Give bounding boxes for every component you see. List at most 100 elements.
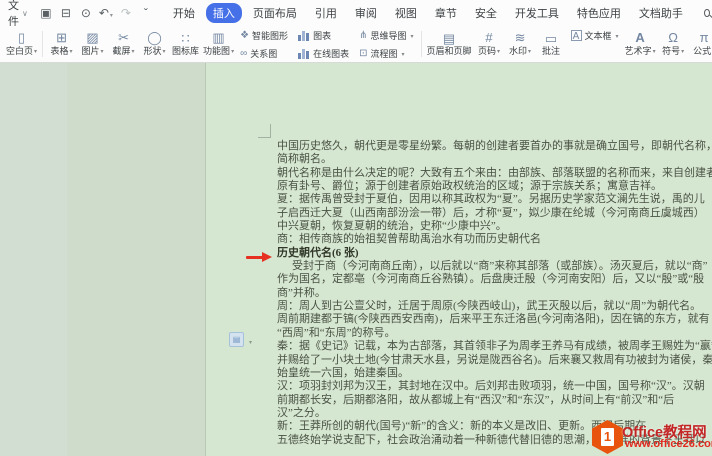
print-button[interactable]: ⊟ (58, 5, 74, 21)
save-button[interactable]: ▣ (38, 5, 54, 21)
text-line: 前期都长安，后期都洛阳，故从都城上有“西汉”和“东汉”，从时间上有“前汉”和“后 (277, 394, 703, 407)
page-number-icon: # (485, 31, 492, 45)
function-diagram-button[interactable]: ▥ 功能图 (201, 27, 236, 61)
tab-section[interactable]: 章节 (428, 3, 464, 23)
icon-library-button[interactable]: ∷ 图标库 (170, 27, 201, 61)
ribbon-group-media: ⊞ 表格 ▨ 图片 ✂ 截屏 ◯ 形状 (46, 26, 236, 62)
flowchart-button[interactable]: ⊡流程图 (359, 47, 413, 60)
text-box-button[interactable]: A文本框 (571, 29, 619, 42)
shapes-icon: ◯ (147, 31, 162, 45)
text-line: 中兴夏朝，恢复夏朝的统治，史称“少康中兴”。 (277, 220, 703, 233)
ribbon-group-page-elements: ▤ 页眉和页脚 # 页码 ≋ 水印 ▭ 批注 (425, 26, 567, 62)
table-icon: ⊞ (56, 31, 67, 45)
redo-icon: ↷ (121, 6, 131, 20)
function-chart-icon: ▥ (212, 31, 224, 45)
screenshot-button[interactable]: ✂ 截屏 (108, 27, 139, 61)
document-area[interactable]: 中国历史悠久，朝代更是零星纷繁。每朝的创建者要首办的事就是确立国号，即朝代名称，… (0, 63, 712, 456)
insert-blank-page-button[interactable]: ▯ 空白页 (4, 27, 39, 61)
undo-icon: ↶ (99, 6, 109, 20)
save-icon: ▣ (40, 6, 51, 20)
symbol-icon: Ω (668, 31, 678, 45)
red-arrow-annotation (246, 252, 273, 262)
flowchart-icon: ⊡ (359, 48, 367, 59)
find-button[interactable]: 查找 (704, 0, 712, 29)
online-chart-button[interactable]: 在线图表 (298, 47, 349, 60)
tab-special-apps[interactable]: 特色应用 (570, 3, 628, 23)
paste-options-button[interactable]: ▤ (229, 332, 244, 347)
equation-button[interactable]: π 公式 (689, 27, 712, 61)
tab-home[interactable]: 开始 (166, 3, 202, 23)
tab-review[interactable]: 审阅 (348, 3, 384, 23)
margin-corner-mark (258, 124, 271, 138)
chevron-down-icon: ˇ (144, 6, 148, 20)
text-line: 原有卦号、爵位；源于创建者原始政权统治的区域；源于宗族关系；寓意吉祥。 (277, 180, 703, 193)
document-text: 中国历史悠久，朝代更是零星纷繁。每朝的创建者要首办的事就是确立国号，即朝代名称，… (277, 140, 703, 447)
quick-access-toolbar: ▣ ⊟ ⊙ ↶ ↷ ˇ (38, 5, 154, 21)
mind-map-icon: ⋔ (359, 30, 367, 41)
tab-references[interactable]: 引用 (308, 3, 344, 23)
symbol-button[interactable]: Ω 符号 (658, 27, 689, 61)
text-line: 商：相传商族的始祖契曾帮助禹治水有功而历史朝代名 (277, 233, 703, 246)
wordart-icon: A (635, 31, 644, 45)
text-line: 始皇统一六国，始建秦国。 (277, 367, 703, 380)
ribbon-separator (421, 31, 422, 57)
wps-writer-window: 文件 ∨ ▣ ⊟ ⊙ ↶ ↷ ˇ 开始 插入 页面布局 (0, 0, 712, 456)
text-line: 周前期建都于镐(今陕西西安西南)，后来平王东迁洛邑(今河南洛阳)，因在镐的东方，… (277, 313, 703, 326)
comment-icon: ▭ (545, 32, 557, 46)
ribbon-group-text: A 艺术字 Ω 符号 π 公式 (623, 26, 712, 62)
picture-icon: ▨ (86, 31, 98, 45)
screenshot-icon: ✂ (118, 31, 129, 45)
print-icon: ⊟ (61, 6, 71, 20)
insert-shapes-button[interactable]: ◯ 形状 (139, 27, 170, 61)
insert-picture-button[interactable]: ▨ 图片 (77, 27, 108, 61)
ribbon-group-page: ▯ 空白页 (4, 26, 39, 62)
titlebar: 文件 ∨ ▣ ⊟ ⊙ ↶ ↷ ˇ 开始 插入 页面布局 (0, 0, 712, 26)
relationship-icon: ∞ (240, 48, 247, 59)
text-line: 秦：据《史记》记载，本为古部落，其首领非子为周孝王养马有成绩，被周孝王赐姓为“嬴… (277, 340, 703, 353)
undo-button[interactable]: ↶ (98, 5, 114, 21)
insert-chart-button[interactable]: 图表 (298, 29, 349, 42)
tab-security[interactable]: 安全 (468, 3, 504, 23)
watermark-icon: ≋ (515, 31, 526, 45)
smart-graphics-button[interactable]: ❖智能图形 (240, 29, 288, 42)
blank-page-icon: ▯ (18, 31, 25, 45)
text-line: 子启西迁大夏（山西南部汾浍一带）后，才称“夏”，姒少康在纶城（今河南商丘虞城西） (277, 207, 703, 220)
ribbon-group-diagrams: ❖智能图形 ∞关系图 图表 在线图表 ⋔思维导图 (240, 29, 413, 60)
formula-icon: π (700, 31, 709, 45)
header-footer-button[interactable]: ▤ 页眉和页脚 (425, 27, 474, 61)
ribbon-separator (42, 31, 43, 57)
text-line: 中国历史悠久，朝代更是零星纷繁。每朝的创建者要首办的事就是确立国号，即朝代名称， (277, 140, 703, 153)
redo-button[interactable]: ↷ (118, 5, 134, 21)
text-line: 商”并称。 (277, 287, 703, 300)
watermark-url: www.office26.com (625, 438, 712, 450)
textbox-icon: A (571, 30, 582, 41)
text-line: 简称朝名。 (277, 153, 703, 166)
customize-toolbar-button[interactable]: ˇ (138, 5, 154, 21)
icon-library-icon: ∷ (181, 32, 189, 46)
smart-graphics-icon: ❖ (240, 30, 249, 41)
chevron-down-icon: ∨ (22, 9, 28, 18)
text-line: 汉”之分。 (277, 407, 703, 420)
print-preview-button[interactable]: ⊙ (78, 5, 94, 21)
word-art-button[interactable]: A 艺术字 (623, 27, 658, 61)
tab-view[interactable]: 视图 (388, 3, 424, 23)
relationship-diagram-button[interactable]: ∞关系图 (240, 47, 288, 60)
insert-table-button[interactable]: ⊞ 表格 (46, 27, 77, 61)
text-line: 作为国名，定都亳（今河南商丘谷熟镇）。后盘庚迁殷（今河南安阳）后，又以“殷”或“… (277, 273, 703, 286)
page-number-button[interactable]: # 页码 (474, 27, 505, 61)
mind-map-button[interactable]: ⋔思维导图 (359, 29, 413, 42)
comment-button[interactable]: ▭ 批注 (536, 27, 567, 61)
file-menu[interactable]: 文件 ∨ (8, 0, 28, 29)
online-chart-icon (298, 48, 310, 59)
ribbon-insert: ▯ 空白页 ⊞ 表格 ▨ 图片 ✂ 截屏 (0, 26, 712, 63)
chart-icon (298, 30, 310, 41)
tab-insert[interactable]: 插入 (206, 3, 242, 23)
watermark-button[interactable]: ≋ 水印 (505, 27, 536, 61)
text-line: 朝代名称是由什么决定的呢？大致有五个来由：由部族、部落联盟的名称而来，来自创建者 (277, 167, 703, 180)
file-menu-label: 文件 (8, 0, 19, 29)
text-line: 并赐给了一小块土地(今甘肃天水县，另说是陇西谷名)。后来襄又救周有功被封为诸侯，… (277, 354, 703, 367)
tab-doc-assistant[interactable]: 文档助手 (632, 3, 690, 23)
tab-page-layout[interactable]: 页面布局 (246, 3, 304, 23)
tab-dev-tools[interactable]: 开发工具 (508, 3, 566, 23)
text-line: “西周”和“东周”的称号。 (277, 327, 703, 340)
